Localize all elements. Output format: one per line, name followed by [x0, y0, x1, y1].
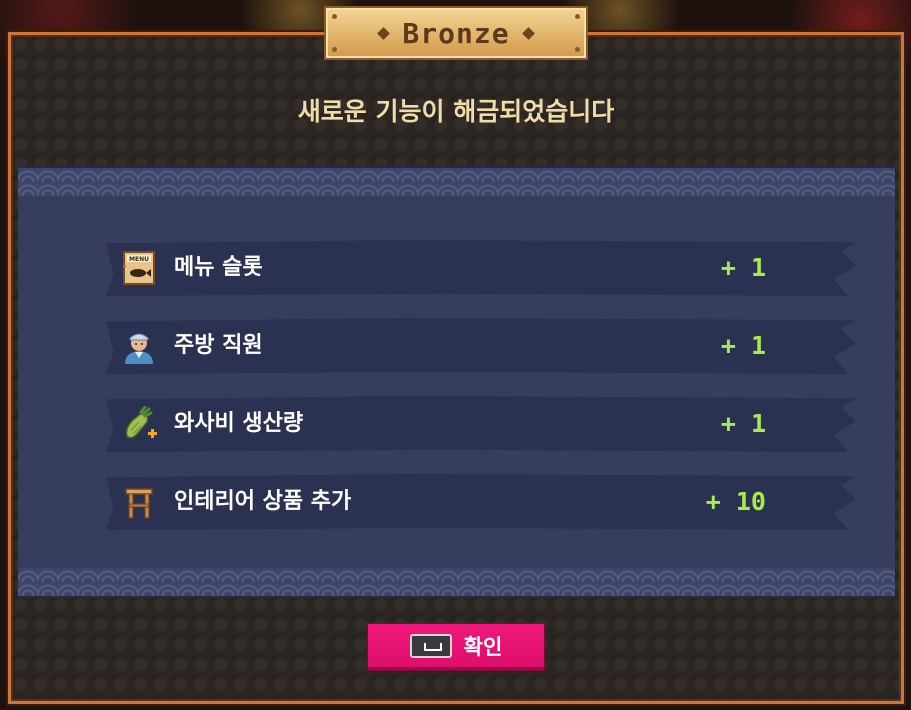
rewards-panel: MENU 메뉴 슬롯 + 1 주방 직원 + 1 와사비 생산량 + 1 인테리… [18, 166, 895, 598]
badge-rivet [332, 14, 337, 19]
reward-label: 주방 직원 [174, 333, 263, 358]
confirm-label: 확인 [463, 634, 503, 659]
badge-rivet [575, 14, 580, 19]
wave-pattern-border [18, 568, 895, 596]
spacebar-key-icon [409, 633, 452, 658]
reward-label: 와사비 생산량 [174, 411, 304, 436]
reward-value: + 1 [720, 331, 766, 360]
badge-rivet [575, 47, 580, 52]
wasabi-plus-icon [125, 406, 157, 439]
reward-row-menu-slot: MENU 메뉴 슬롯 + 1 [106, 240, 856, 296]
svg-text:MENU: MENU [129, 256, 149, 263]
dialog-subtitle: 새로운 기능이 해금되었습니다 [297, 97, 615, 126]
reward-label: 인테리어 상품 추가 [174, 489, 352, 514]
diamond-ornament-icon [521, 26, 535, 40]
menu-board-icon: MENU [123, 251, 155, 285]
reward-row-kitchen-staff: 주방 직원 + 1 [106, 318, 856, 374]
wave-pattern-border [18, 168, 895, 196]
rank-title: Bronze [402, 16, 510, 50]
reward-row-wasabi-production: 와사비 생산량 + 1 [106, 396, 856, 452]
reward-row-interior-items: 인테리어 상품 추가 + 10 [106, 474, 856, 530]
chef-icon [125, 333, 153, 364]
reward-label: 메뉴 슬롯 [174, 255, 263, 280]
reward-value: + 1 [720, 253, 766, 282]
reward-value: + 1 [720, 409, 766, 438]
stool-icon [125, 488, 153, 519]
confirm-button[interactable]: 확인 [368, 624, 544, 670]
reward-value: + 10 [705, 487, 766, 516]
rank-badge: Bronze [324, 6, 588, 60]
diamond-ornament-icon [377, 26, 391, 40]
badge-rivet [332, 47, 337, 52]
